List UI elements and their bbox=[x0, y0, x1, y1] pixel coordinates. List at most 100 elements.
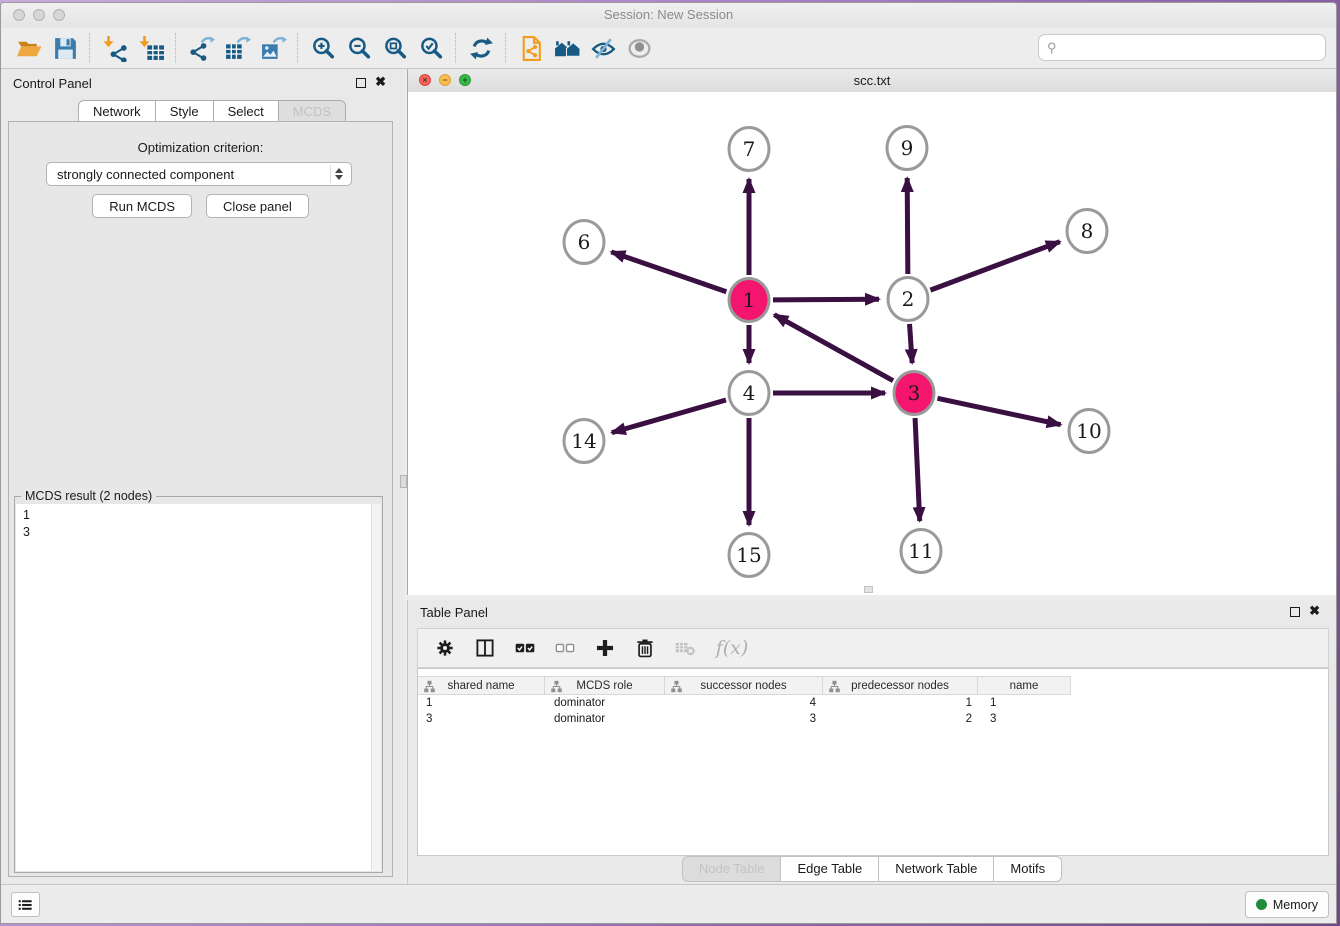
optimization-criterion-select[interactable]: strongly connected component bbox=[46, 162, 352, 186]
export-network-icon[interactable] bbox=[183, 32, 219, 64]
table-row[interactable]: 3dominator323 bbox=[418, 711, 1328, 727]
result-scrollbar[interactable] bbox=[371, 504, 381, 871]
edge-4-14[interactable] bbox=[612, 400, 726, 433]
delete-column-icon[interactable] bbox=[632, 635, 658, 661]
horizontal-splitter-handle[interactable] bbox=[864, 586, 873, 593]
table-cell[interactable]: 1 bbox=[982, 695, 1076, 711]
graph-node-label: 11 bbox=[908, 539, 933, 563]
edge-1-2[interactable] bbox=[773, 299, 879, 300]
open-session-icon[interactable] bbox=[11, 32, 47, 64]
table-tabs: Node Table Edge Table Network Table Moti… bbox=[408, 856, 1336, 882]
edge-2-9[interactable] bbox=[907, 178, 908, 274]
tab-motifs[interactable]: Motifs bbox=[993, 856, 1062, 882]
split-columns-icon[interactable] bbox=[472, 635, 498, 661]
close-table-panel-icon[interactable]: ✖ bbox=[1309, 603, 1320, 619]
column-header-name[interactable]: name bbox=[977, 676, 1071, 695]
mcds-result-box[interactable]: 1 3 bbox=[16, 504, 381, 871]
column-header-predecessor-nodes[interactable]: predecessor nodes bbox=[822, 676, 978, 695]
node-table[interactable]: shared name MCDS role successor nodes pr… bbox=[417, 668, 1329, 856]
toolbar-separator bbox=[175, 33, 177, 63]
tab-edge-table[interactable]: Edge Table bbox=[780, 856, 879, 882]
graph-node-label: 8 bbox=[1081, 219, 1094, 243]
tab-network-table[interactable]: Network Table bbox=[878, 856, 994, 882]
memory-status-icon bbox=[1256, 899, 1267, 910]
table-row[interactable]: 1dominator411 bbox=[418, 695, 1328, 711]
new-network-from-file-icon[interactable] bbox=[513, 32, 549, 64]
edge-3-10[interactable] bbox=[937, 398, 1060, 424]
delete-table-icon[interactable] bbox=[672, 635, 698, 661]
network-canvas[interactable]: 7968124314101511 bbox=[408, 92, 1336, 595]
table-cell[interactable]: 3 bbox=[418, 711, 546, 727]
graph-node-label: 14 bbox=[571, 429, 596, 453]
table-body: 1dominator4113dominator323 bbox=[418, 695, 1328, 727]
table-panel: Table Panel ✖ bbox=[407, 600, 1336, 885]
table-cell[interactable]: dominator bbox=[546, 695, 667, 711]
vertical-splitter-handle[interactable] bbox=[400, 475, 407, 488]
tab-network[interactable]: Network bbox=[78, 100, 156, 123]
eye-icon[interactable] bbox=[621, 32, 657, 64]
refresh-layout-icon[interactable] bbox=[463, 32, 499, 64]
table-cell[interactable]: 3 bbox=[982, 711, 1076, 727]
add-column-icon[interactable] bbox=[592, 635, 618, 661]
main-titlebar: Session: New Session bbox=[1, 3, 1336, 28]
close-panel-icon[interactable]: ✖ bbox=[375, 74, 386, 90]
graph-node-label: 6 bbox=[578, 230, 591, 254]
edge-1-6[interactable] bbox=[611, 252, 726, 292]
memory-button[interactable]: Memory bbox=[1245, 891, 1329, 918]
column-header-MCDS-role[interactable]: MCDS role bbox=[544, 676, 665, 695]
import-network-icon[interactable] bbox=[97, 32, 133, 64]
task-history-icon[interactable] bbox=[11, 892, 40, 917]
export-table-icon[interactable] bbox=[219, 32, 255, 64]
select-stepper-icon bbox=[330, 165, 347, 183]
deselect-all-columns-icon[interactable] bbox=[552, 635, 578, 661]
status-bar: Memory bbox=[1, 884, 1336, 923]
graph-node-label: 4 bbox=[743, 381, 756, 405]
zoom-selected-icon[interactable] bbox=[413, 32, 449, 64]
tab-select[interactable]: Select bbox=[213, 100, 279, 123]
table-cell[interactable]: dominator bbox=[546, 711, 667, 727]
function-builder-icon[interactable]: f(x) bbox=[712, 635, 752, 661]
zoom-fit-icon[interactable] bbox=[377, 32, 413, 64]
tab-node-table[interactable]: Node Table bbox=[682, 856, 782, 882]
show-all-networks-icon[interactable] bbox=[549, 32, 585, 64]
memory-label: Memory bbox=[1273, 898, 1318, 912]
edge-3-1[interactable] bbox=[774, 315, 893, 381]
mcds-result-values: 1 3 bbox=[16, 504, 381, 541]
select-all-columns-icon[interactable] bbox=[512, 635, 538, 661]
edge-2-8[interactable] bbox=[930, 242, 1059, 290]
edge-2-3[interactable] bbox=[910, 324, 913, 363]
tab-mcds[interactable]: MCDS bbox=[278, 100, 346, 123]
import-table-icon[interactable] bbox=[133, 32, 169, 64]
table-cell[interactable]: 1 bbox=[418, 695, 546, 711]
table-settings-icon[interactable] bbox=[432, 635, 458, 661]
zoom-out-icon[interactable] bbox=[341, 32, 377, 64]
tab-style[interactable]: Style bbox=[155, 100, 214, 123]
graph-node-label: 1 bbox=[743, 288, 756, 312]
optimization-criterion-value: strongly connected component bbox=[57, 167, 234, 182]
network-view-window: × − + scc.txt 7968124314101511 bbox=[407, 69, 1336, 595]
zoom-in-icon[interactable] bbox=[305, 32, 341, 64]
run-mcds-button[interactable]: Run MCDS bbox=[92, 194, 192, 218]
graph-node-label: 3 bbox=[908, 381, 921, 405]
column-header-shared-name[interactable]: shared name bbox=[417, 676, 545, 695]
table-cell[interactable]: 4 bbox=[667, 695, 826, 711]
float-panel-icon[interactable] bbox=[356, 78, 366, 88]
graph-node-label: 7 bbox=[743, 137, 756, 161]
export-image-icon[interactable] bbox=[255, 32, 291, 64]
search-input[interactable] bbox=[1061, 39, 1325, 56]
eye-slash-icon[interactable] bbox=[585, 32, 621, 64]
column-header-successor-nodes[interactable]: successor nodes bbox=[664, 676, 823, 695]
toolbar-separator bbox=[89, 33, 91, 63]
control-panel: Control Panel ✖ Network Style Select MCD… bbox=[1, 69, 404, 885]
save-session-icon[interactable] bbox=[47, 32, 83, 64]
table-cell[interactable]: 1 bbox=[826, 695, 982, 711]
table-cell[interactable]: 2 bbox=[826, 711, 982, 727]
table-cell[interactable]: 3 bbox=[667, 711, 826, 727]
float-table-panel-icon[interactable] bbox=[1290, 607, 1300, 617]
search-icon: ⚲ bbox=[1047, 40, 1057, 56]
optimization-criterion-label: Optimization criterion: bbox=[9, 140, 392, 155]
edge-3-11[interactable] bbox=[915, 418, 920, 521]
table-toolbar: f(x) bbox=[417, 628, 1329, 668]
close-panel-button[interactable]: Close panel bbox=[206, 194, 309, 218]
app-window: Session: New Session bbox=[0, 2, 1337, 924]
